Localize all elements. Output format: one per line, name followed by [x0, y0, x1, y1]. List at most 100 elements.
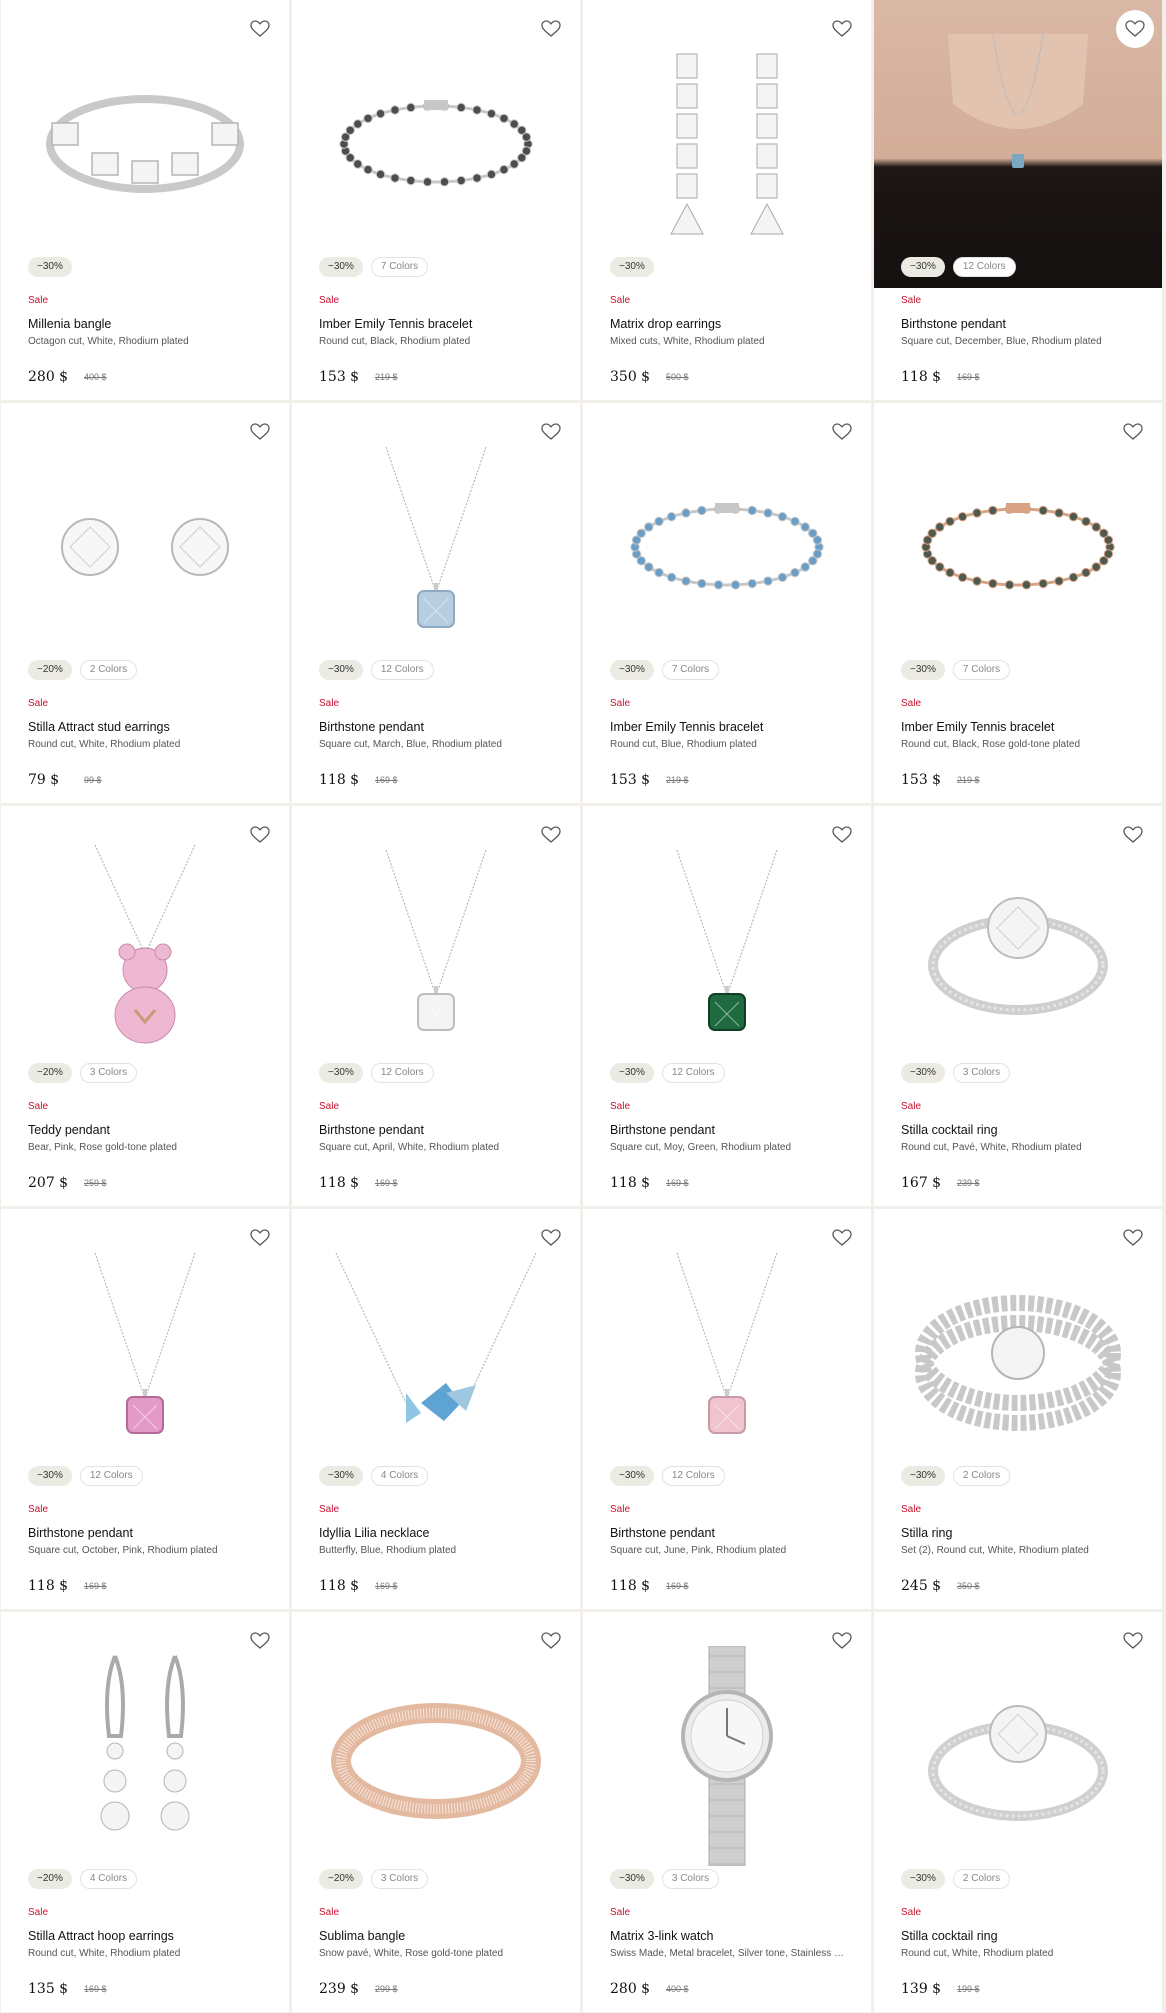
product-card[interactable]: −30% 2 Colors Sale Stilla ring Set (2), Roun…: [874, 1209, 1162, 1609]
product-name[interactable]: Birthstone pendant: [610, 1123, 715, 1137]
wishlist-heart-icon[interactable]: [1118, 820, 1148, 850]
drop-earrings-image[interactable]: [617, 34, 837, 254]
tennis-bracelet-rose-image[interactable]: [908, 437, 1128, 657]
wishlist-heart-icon[interactable]: [245, 14, 275, 44]
product-card[interactable]: −30% 12 Colors Sale Birthstone pendant Squar…: [292, 806, 580, 1206]
product-name[interactable]: Stilla ring: [901, 1526, 952, 1540]
product-name[interactable]: Stilla cocktail ring: [901, 1123, 998, 1137]
product-card[interactable]: −30% 12 Colors Sale Birthstone pendant Squar…: [1, 1209, 289, 1609]
teddy-pendant-pink-image[interactable]: [35, 840, 255, 1060]
colors-count-badge[interactable]: 12 Colors: [370, 660, 434, 680]
colors-count-badge[interactable]: 4 Colors: [79, 1869, 138, 1889]
pendant-light-blue-image[interactable]: [326, 437, 546, 657]
product-image[interactable]: [874, 1209, 1162, 1497]
wishlist-heart-icon[interactable]: [827, 1223, 857, 1253]
colors-count-badge[interactable]: 12 Colors: [952, 257, 1016, 277]
colors-count-badge[interactable]: 3 Colors: [661, 1869, 720, 1889]
product-image[interactable]: [1, 1209, 289, 1497]
product-image[interactable]: [292, 806, 580, 1094]
colors-count-badge[interactable]: 7 Colors: [661, 660, 720, 680]
wishlist-heart-icon[interactable]: [1118, 1626, 1148, 1656]
stud-earrings-image[interactable]: [35, 437, 255, 657]
product-image[interactable]: [1, 0, 289, 288]
pendant-pink-image[interactable]: [35, 1243, 255, 1463]
product-name[interactable]: Birthstone pendant: [901, 317, 1006, 331]
ring-set-image[interactable]: [908, 1243, 1128, 1463]
product-card[interactable]: −30% 12 Colors Sale Birthstone pendant Squar…: [583, 1209, 871, 1609]
product-name[interactable]: Sublima bangle: [319, 1929, 405, 1943]
product-image[interactable]: [292, 1612, 580, 1900]
colors-count-badge[interactable]: 12 Colors: [79, 1466, 143, 1486]
product-image[interactable]: [583, 403, 871, 691]
colors-count-badge[interactable]: 2 Colors: [952, 1869, 1011, 1889]
wishlist-heart-icon[interactable]: [245, 417, 275, 447]
rose-bangle-image[interactable]: [326, 1646, 546, 1866]
product-card[interactable]: −30% 12 Colors Sale Birthstone pendant Squar…: [874, 0, 1162, 400]
colors-count-badge[interactable]: 12 Colors: [661, 1466, 725, 1486]
product-image[interactable]: [292, 1209, 580, 1497]
wishlist-heart-icon[interactable]: [1118, 417, 1148, 447]
product-card[interactable]: −30% 7 Colors Sale Imber Emily Tennis brace…: [583, 403, 871, 803]
product-name[interactable]: Matrix 3-link watch: [610, 1929, 714, 1943]
wishlist-heart-icon[interactable]: [245, 1223, 275, 1253]
product-image[interactable]: [1, 806, 289, 1094]
product-image[interactable]: [874, 1612, 1162, 1900]
wishlist-heart-icon[interactable]: [245, 820, 275, 850]
wishlist-heart-icon[interactable]: [1116, 10, 1154, 48]
product-card[interactable]: −20% 3 Colors Sale Teddy pendant Bear, Pink,…: [1, 806, 289, 1206]
bangle-crystal-silver-image[interactable]: [35, 34, 255, 254]
product-name[interactable]: Teddy pendant: [28, 1123, 110, 1137]
product-name[interactable]: Stilla Attract hoop earrings: [28, 1929, 174, 1943]
product-card[interactable]: −30% 12 Colors Sale Birthstone pendant Squar…: [292, 403, 580, 803]
butterfly-necklace-image[interactable]: [326, 1243, 546, 1463]
product-image[interactable]: [1, 1612, 289, 1900]
product-image[interactable]: [1, 403, 289, 691]
product-card[interactable]: −20% 4 Colors Sale Stilla Attract hoop earr…: [1, 1612, 289, 2012]
product-image[interactable]: [583, 806, 871, 1094]
product-name[interactable]: Stilla cocktail ring: [901, 1929, 998, 1943]
pendant-light-pink-image[interactable]: [617, 1243, 837, 1463]
product-name[interactable]: Birthstone pendant: [28, 1526, 133, 1540]
product-image[interactable]: [874, 0, 1162, 288]
product-image[interactable]: [874, 806, 1162, 1094]
cocktail-ring-pave-image[interactable]: [908, 840, 1128, 1060]
wishlist-heart-icon[interactable]: [1118, 1223, 1148, 1253]
wishlist-heart-icon[interactable]: [536, 1626, 566, 1656]
product-card[interactable]: −30% 12 Colors Sale Birthstone pendant Squar…: [583, 806, 871, 1206]
wishlist-heart-icon[interactable]: [536, 820, 566, 850]
wishlist-heart-icon[interactable]: [827, 417, 857, 447]
product-card[interactable]: −30% Sale Millenia bangle Octagon cut, Whit…: [1, 0, 289, 400]
colors-count-badge[interactable]: 3 Colors: [370, 1869, 429, 1889]
product-card[interactable]: −30% Sale Matrix drop earrings Mixed cuts, …: [583, 0, 871, 400]
product-name[interactable]: Imber Emily Tennis bracelet: [610, 720, 763, 734]
wishlist-heart-icon[interactable]: [827, 14, 857, 44]
product-name[interactable]: Birthstone pendant: [319, 1123, 424, 1137]
product-image[interactable]: [292, 0, 580, 288]
colors-count-badge[interactable]: 12 Colors: [370, 1063, 434, 1083]
product-card[interactable]: −30% 2 Colors Sale Stilla cocktail ring Roun…: [874, 1612, 1162, 2012]
pendant-green-image[interactable]: [617, 840, 837, 1060]
product-image[interactable]: [874, 403, 1162, 691]
tennis-bracelet-blue-image[interactable]: [617, 437, 837, 657]
product-name[interactable]: Idyllia Lilia necklace: [319, 1526, 429, 1540]
solitaire-ring-image[interactable]: [908, 1646, 1128, 1866]
product-name[interactable]: Birthstone pendant: [319, 720, 424, 734]
model-wearing-pendant-image[interactable]: [908, 34, 1128, 254]
product-name[interactable]: Millenia bangle: [28, 317, 111, 331]
colors-count-badge[interactable]: 7 Colors: [370, 257, 429, 277]
product-name[interactable]: Matrix drop earrings: [610, 317, 721, 331]
colors-count-badge[interactable]: 3 Colors: [79, 1063, 138, 1083]
colors-count-badge[interactable]: 2 Colors: [79, 660, 138, 680]
watch-silver-image[interactable]: [617, 1646, 837, 1866]
product-card[interactable]: −30% 7 Colors Sale Imber Emily Tennis brace…: [292, 0, 580, 400]
colors-count-badge[interactable]: 4 Colors: [370, 1466, 429, 1486]
wishlist-heart-icon[interactable]: [536, 417, 566, 447]
colors-count-badge[interactable]: 12 Colors: [661, 1063, 725, 1083]
product-image[interactable]: [583, 0, 871, 288]
wishlist-heart-icon[interactable]: [827, 820, 857, 850]
wishlist-heart-icon[interactable]: [536, 14, 566, 44]
colors-count-badge[interactable]: 7 Colors: [952, 660, 1011, 680]
product-name[interactable]: Stilla Attract stud earrings: [28, 720, 170, 734]
product-card[interactable]: −20% 2 Colors Sale Stilla Attract stud earr…: [1, 403, 289, 803]
wishlist-heart-icon[interactable]: [827, 1626, 857, 1656]
